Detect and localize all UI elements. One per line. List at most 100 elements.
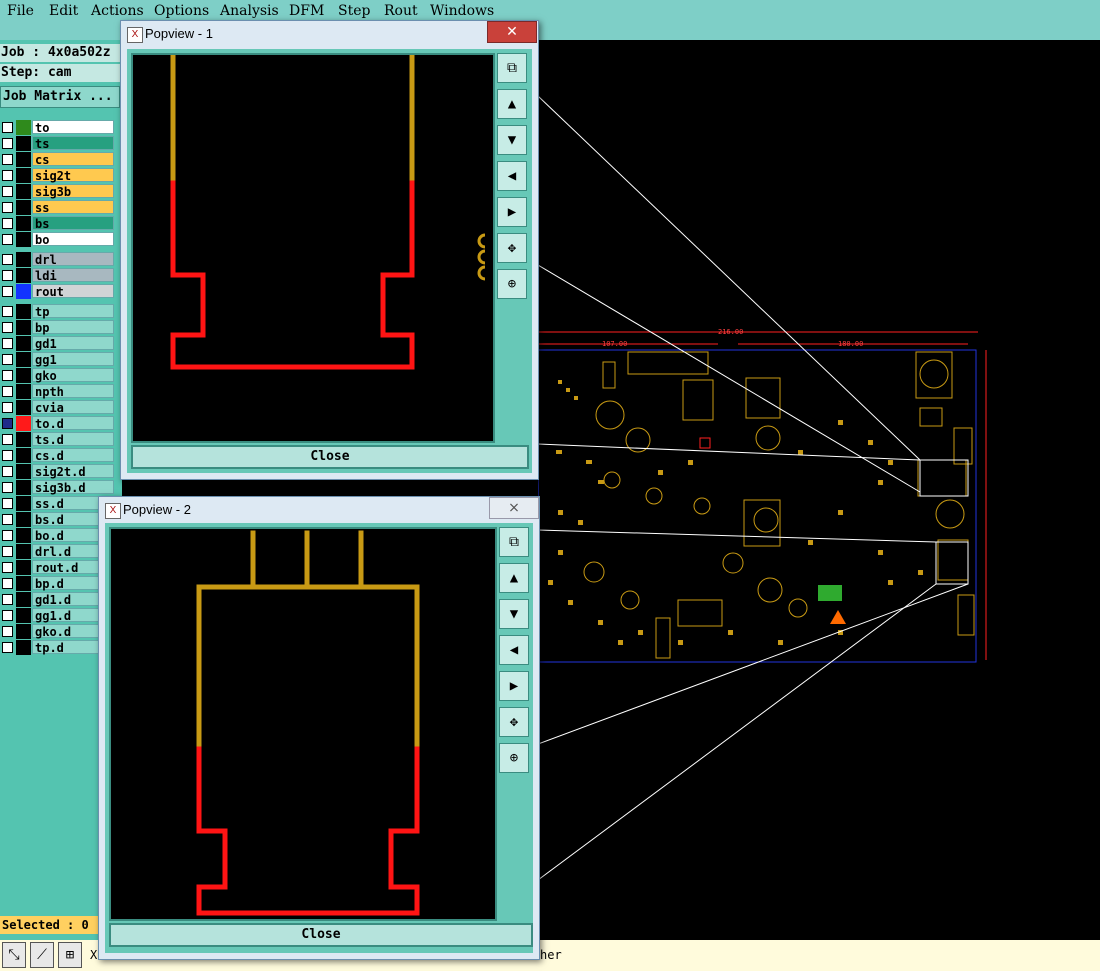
layer-checkbox[interactable] bbox=[2, 202, 13, 213]
pan-down-icon[interactable]: ▼ bbox=[499, 599, 529, 629]
layer-color-swatch[interactable] bbox=[16, 432, 31, 447]
popview-canvas[interactable] bbox=[109, 527, 497, 921]
layer-checkbox[interactable] bbox=[2, 234, 13, 245]
layer-name[interactable]: npth bbox=[32, 384, 114, 399]
window-close-icon[interactable]: ⨯ bbox=[489, 497, 539, 519]
layer-color-swatch[interactable] bbox=[16, 576, 31, 591]
pan-right-icon[interactable]: ▶ bbox=[499, 671, 529, 701]
layer-row-cs-d[interactable]: cs.d bbox=[0, 448, 116, 463]
layer-row-rout[interactable]: rout bbox=[0, 284, 116, 299]
layer-name[interactable]: sig3b.d bbox=[32, 480, 114, 495]
graphic-workspace[interactable]: 216.00 107.00 180.00 bbox=[528, 40, 1100, 940]
layer-checkbox[interactable] bbox=[2, 218, 13, 229]
layer-checkbox[interactable] bbox=[2, 186, 13, 197]
layer-checkbox[interactable] bbox=[2, 370, 13, 381]
layer-name[interactable]: drl bbox=[32, 252, 114, 267]
layer-color-swatch[interactable] bbox=[16, 200, 31, 215]
layer-row-npth[interactable]: npth bbox=[0, 384, 116, 399]
layer-name[interactable]: bo bbox=[32, 232, 114, 247]
popview-close-button[interactable]: Close bbox=[131, 445, 529, 469]
layer-color-swatch[interactable] bbox=[16, 528, 31, 543]
popview-window-2[interactable]: X Popview - 2 ⨯ ⧉ ▲ ▼ ◀ ▶ ✥ ⊕ Close bbox=[98, 496, 540, 960]
menu-analysis[interactable]: Analysis bbox=[220, 3, 279, 19]
zoom-home-icon[interactable]: ⧉ bbox=[497, 53, 527, 83]
layer-name[interactable]: cs bbox=[32, 152, 114, 167]
zoom-tool-icon[interactable]: ⤡ bbox=[2, 942, 26, 968]
pan-down-icon[interactable]: ▼ bbox=[497, 125, 527, 155]
zoom-in-icon[interactable]: ✥ bbox=[497, 233, 527, 263]
layer-name[interactable]: rout bbox=[32, 284, 114, 299]
layer-row-to[interactable]: to bbox=[0, 120, 116, 135]
menu-actions[interactable]: Actions bbox=[91, 3, 144, 19]
pan-up-icon[interactable]: ▲ bbox=[499, 563, 529, 593]
layer-checkbox[interactable] bbox=[2, 322, 13, 333]
layer-row-sig3b-d[interactable]: sig3b.d bbox=[0, 480, 116, 495]
layer-name[interactable]: to bbox=[32, 120, 114, 135]
layer-color-swatch[interactable] bbox=[16, 640, 31, 655]
layer-name[interactable]: gko bbox=[32, 368, 114, 383]
pan-left-icon[interactable]: ◀ bbox=[497, 161, 527, 191]
layer-color-swatch[interactable] bbox=[16, 416, 31, 431]
layer-checkbox[interactable] bbox=[2, 482, 13, 493]
layer-name[interactable]: tp bbox=[32, 304, 114, 319]
zoom-out-icon[interactable]: ⊕ bbox=[497, 269, 527, 299]
layer-color-swatch[interactable] bbox=[16, 352, 31, 367]
layer-row-ss[interactable]: ss bbox=[0, 200, 116, 215]
layer-name[interactable]: gg1 bbox=[32, 352, 114, 367]
menu-file[interactable]: File bbox=[7, 3, 34, 19]
layer-color-swatch[interactable] bbox=[16, 184, 31, 199]
layer-checkbox[interactable] bbox=[2, 418, 13, 429]
layer-checkbox[interactable] bbox=[2, 546, 13, 557]
layer-checkbox[interactable] bbox=[2, 170, 13, 181]
layer-checkbox[interactable] bbox=[2, 594, 13, 605]
layer-row-bo[interactable]: bo bbox=[0, 232, 116, 247]
layer-name[interactable]: sig3b bbox=[32, 184, 114, 199]
layer-color-swatch[interactable] bbox=[16, 624, 31, 639]
layer-checkbox[interactable] bbox=[2, 306, 13, 317]
menu-step[interactable]: Step bbox=[338, 3, 370, 19]
layer-name[interactable]: cs.d bbox=[32, 448, 114, 463]
menu-dfm[interactable]: DFM bbox=[289, 3, 324, 19]
layer-checkbox[interactable] bbox=[2, 338, 13, 349]
popview-canvas[interactable] bbox=[131, 52, 495, 443]
layer-color-swatch[interactable] bbox=[16, 168, 31, 183]
layer-name[interactable]: ldi bbox=[32, 268, 114, 283]
layer-row-sig2t[interactable]: sig2t bbox=[0, 168, 116, 183]
layer-checkbox[interactable] bbox=[2, 402, 13, 413]
layer-row-gg1[interactable]: gg1 bbox=[0, 352, 116, 367]
layer-name[interactable]: sig2t.d bbox=[32, 464, 114, 479]
layer-checkbox[interactable] bbox=[2, 610, 13, 621]
layer-row-cvia[interactable]: cvia bbox=[0, 400, 116, 415]
zoom-in-icon[interactable]: ✥ bbox=[499, 707, 529, 737]
layer-checkbox[interactable] bbox=[2, 386, 13, 397]
layer-color-swatch[interactable] bbox=[16, 448, 31, 463]
measure-tool-icon[interactable]: ⟋ bbox=[30, 942, 54, 968]
layer-row-to-d[interactable]: to.d bbox=[0, 416, 116, 431]
layer-row-gd1[interactable]: gd1 bbox=[0, 336, 116, 351]
layer-color-swatch[interactable] bbox=[16, 320, 31, 335]
layer-color-swatch[interactable] bbox=[16, 544, 31, 559]
zoom-home-icon[interactable]: ⧉ bbox=[499, 527, 529, 557]
layer-row-sig2t-d[interactable]: sig2t.d bbox=[0, 464, 116, 479]
menu-rout[interactable]: Rout bbox=[384, 3, 418, 19]
layer-checkbox[interactable] bbox=[2, 434, 13, 445]
layer-row-ts-d[interactable]: ts.d bbox=[0, 432, 116, 447]
layer-name[interactable]: gd1 bbox=[32, 336, 114, 351]
layer-checkbox[interactable] bbox=[2, 562, 13, 573]
layer-color-swatch[interactable] bbox=[16, 284, 31, 299]
layer-row-bp[interactable]: bp bbox=[0, 320, 116, 335]
menu-windows[interactable]: Windows bbox=[430, 3, 494, 19]
layer-checkbox[interactable] bbox=[2, 626, 13, 637]
layer-checkbox[interactable] bbox=[2, 642, 13, 653]
layer-name[interactable]: ts.d bbox=[32, 432, 114, 447]
layer-color-swatch[interactable] bbox=[16, 268, 31, 283]
layer-checkbox[interactable] bbox=[2, 154, 13, 165]
layer-color-swatch[interactable] bbox=[16, 512, 31, 527]
job-matrix-button[interactable]: Job Matrix ... bbox=[0, 86, 120, 108]
pan-up-icon[interactable]: ▲ bbox=[497, 89, 527, 119]
layer-name[interactable]: ss bbox=[32, 200, 114, 215]
layer-color-swatch[interactable] bbox=[16, 304, 31, 319]
layer-color-swatch[interactable] bbox=[16, 252, 31, 267]
layer-row-gko[interactable]: gko bbox=[0, 368, 116, 383]
layer-color-swatch[interactable] bbox=[16, 608, 31, 623]
